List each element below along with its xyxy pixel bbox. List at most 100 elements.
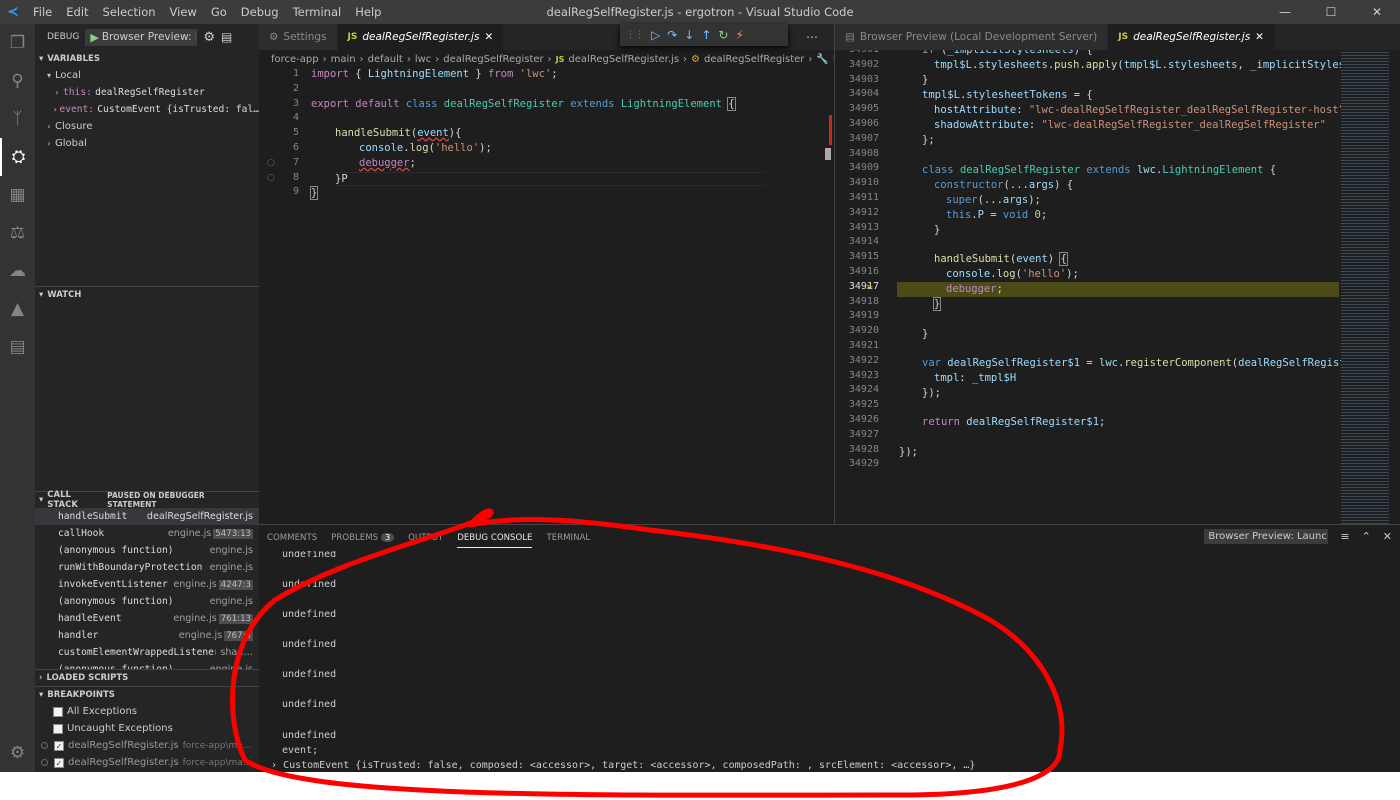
tab-dealRegSelfRegister-compiled[interactable]: JS dealRegSelfRegister.js ✕ xyxy=(1108,24,1275,50)
explorer-icon[interactable]: ❐ xyxy=(0,24,35,62)
debug-console-toggle-icon[interactable]: ▤ xyxy=(221,30,232,44)
call-stack-frame[interactable]: handler engine.js 767:5 xyxy=(35,627,259,644)
search-icon[interactable]: ⚲ xyxy=(0,62,35,100)
breadcrumb-item[interactable]: dealRegSelfRegister.js xyxy=(568,54,679,65)
scrollbar-thumb[interactable] xyxy=(825,148,831,160)
start-debug-icon[interactable]: ▶ xyxy=(90,31,98,44)
code-line: } xyxy=(922,74,929,86)
call-stack-frame[interactable]: (anonymous function) engine.js xyxy=(35,542,259,559)
minimize-button[interactable]: — xyxy=(1262,0,1308,24)
variables-title: VARIABLES xyxy=(47,53,100,64)
minimap[interactable] xyxy=(1341,50,1389,524)
drag-handle-icon[interactable]: ⋮⋮ xyxy=(626,30,644,40)
tab-settings[interactable]: ⚙ Settings xyxy=(259,24,338,50)
source-control-icon[interactable]: ᛉ xyxy=(0,100,35,138)
menu-debug[interactable]: Debug xyxy=(234,5,286,19)
disconnect-icon[interactable]: ⚡ xyxy=(735,28,743,42)
menu-go[interactable]: Go xyxy=(204,5,234,19)
breakpoints-header[interactable]: ▾ BREAKPOINTS xyxy=(35,686,259,703)
panel-tab-output[interactable]: OUTPUT xyxy=(408,533,443,543)
breadcrumb-item[interactable]: dealRegSelfRegister xyxy=(443,54,543,65)
breakpoint-file[interactable]: ✓ dealRegSelfRegister.js force-app\ma... xyxy=(35,737,259,754)
scope-local[interactable]: ▾ Local xyxy=(35,67,259,84)
variable-value: dealRegSelfRegister xyxy=(95,87,205,98)
breakpoint-label: All Exceptions xyxy=(67,706,137,717)
call-stack-frame[interactable]: customElementWrappedListener shad… xyxy=(35,644,259,661)
loaded-scripts-header[interactable]: › LOADED SCRIPTS xyxy=(35,669,259,686)
close-icon[interactable]: ✕ xyxy=(484,31,493,43)
menu-file[interactable]: File xyxy=(26,5,59,19)
frame-location: 5473:13 xyxy=(213,528,253,539)
watch-header[interactable]: ▾ WATCH xyxy=(35,286,259,303)
call-stack-header[interactable]: ▾ CALL STACK PAUSED ON DEBUGGER STATEMEN… xyxy=(35,490,259,510)
panel-tab-debug-console[interactable]: DEBUG CONSOLE xyxy=(457,533,533,548)
class-symbol-icon: ⚙ xyxy=(691,53,701,65)
breadcrumb-item[interactable]: dealRegSelfRegister xyxy=(704,54,804,65)
chevron-right-icon: › xyxy=(47,139,51,148)
debug-icon[interactable]: ⛭ xyxy=(0,138,35,176)
checkbox[interactable] xyxy=(53,723,63,734)
step-over-icon[interactable]: ↷ xyxy=(667,28,677,42)
close-window-button[interactable]: ✕ xyxy=(1354,0,1400,24)
restart-icon[interactable]: ↻ xyxy=(718,28,728,42)
more-actions-icon[interactable]: ⋯ xyxy=(806,30,818,44)
menu-terminal[interactable]: Terminal xyxy=(286,5,349,19)
variable-event[interactable]: › event: CustomEvent {isTrusted: fal… xyxy=(35,101,259,118)
checkbox[interactable]: ✓ xyxy=(54,740,64,751)
maximize-panel-icon[interactable]: ⌃ xyxy=(1362,530,1371,543)
debug-config-select[interactable]: ▶ Browser Preview: La ▾ xyxy=(85,28,198,46)
call-stack-frame[interactable]: invokeEventListener engine.js 4247:3 xyxy=(35,576,259,593)
checkbox[interactable] xyxy=(53,706,63,717)
debug-console-session-select[interactable]: Browser Preview: Launc ▾ xyxy=(1204,529,1329,544)
code-line: shadowAttribute: "lwc-dealRegSelfRegiste… xyxy=(934,119,1326,131)
step-into-icon[interactable]: ↓ xyxy=(684,28,694,42)
scope-global[interactable]: › Global xyxy=(35,135,259,152)
panel-tab-terminal[interactable]: TERMINAL xyxy=(546,533,590,543)
js-file-icon: JS xyxy=(347,32,358,42)
menu-edit[interactable]: Edit xyxy=(59,5,95,19)
variable-this[interactable]: › this: dealRegSelfRegister xyxy=(35,84,259,101)
tab-dealRegSelfRegister[interactable]: JS dealRegSelfRegister.js ✕ xyxy=(337,24,505,50)
code-line: console.log('hello'); xyxy=(946,268,1079,280)
close-panel-icon[interactable]: ✕ xyxy=(1383,530,1392,543)
breadcrumb-item[interactable]: default xyxy=(368,54,403,65)
menu-view[interactable]: View xyxy=(163,5,204,19)
test-flask-icon[interactable]: ⚖ xyxy=(0,214,35,252)
menu-selection[interactable]: Selection xyxy=(96,5,163,19)
scope-closure[interactable]: › Closure xyxy=(35,118,259,135)
step-out-icon[interactable]: ↑ xyxy=(701,28,711,42)
debug-settings-gear-icon[interactable]: ⚙ xyxy=(203,30,215,45)
breadcrumb-item[interactable]: lwc xyxy=(415,54,431,65)
panel-tab-comments[interactable]: COMMENTS xyxy=(267,533,317,543)
breadcrumb-item[interactable]: force-app xyxy=(271,54,319,65)
call-stack-frame[interactable]: (anonymous function) engine.js xyxy=(35,593,259,610)
frame-function: (anonymous function) xyxy=(58,545,174,556)
azure-icon[interactable]: ▲ xyxy=(0,290,35,328)
call-stack-frame[interactable]: handleEvent engine.js 761:13 xyxy=(35,610,259,627)
continue-icon[interactable]: ▷ xyxy=(651,28,660,42)
clear-console-icon[interactable]: ≡ xyxy=(1340,530,1349,543)
call-stack-frame[interactable]: runWithBoundaryProtection engine.js xyxy=(35,559,259,576)
code-area[interactable]: 34901 34902 34903 34904 34905 34906 34907 34908… xyxy=(835,50,1400,524)
extensions-icon[interactable]: ▦ xyxy=(0,176,35,214)
checkbox[interactable]: ✓ xyxy=(54,757,64,768)
console-result[interactable]: › CustomEvent {isTrusted: false, compose… xyxy=(271,760,975,771)
call-stack-frame[interactable]: callHook engine.js 5473:13 xyxy=(35,525,259,542)
menu-help[interactable]: Help xyxy=(348,5,388,19)
maximize-button[interactable]: ☐ xyxy=(1308,0,1354,24)
salesforce-cloud-icon[interactable]: ☁ xyxy=(0,252,35,290)
breakpoint-all-exceptions[interactable]: All Exceptions xyxy=(35,703,259,720)
panel-tab-problems[interactable]: PROBLEMS 3 xyxy=(331,533,395,543)
tab-browser-preview[interactable]: ▤ Browser Preview (Local Development Ser… xyxy=(835,24,1109,50)
browser-preview-icon[interactable]: ▤ xyxy=(0,328,35,366)
debug-console-output[interactable]: undefined undefined undefined undefined … xyxy=(259,551,1400,773)
breadcrumb-item[interactable]: main xyxy=(331,54,356,65)
line-number: 34908 xyxy=(848,147,879,159)
breakpoint-uncaught-exceptions[interactable]: Uncaught Exceptions xyxy=(35,720,259,737)
breakpoint-file[interactable]: ✓ dealRegSelfRegister.js force-app\ma... xyxy=(35,754,259,771)
close-icon[interactable]: ✕ xyxy=(1255,31,1264,43)
variables-header[interactable]: ▾ VARIABLES xyxy=(35,50,259,67)
breakpoint-hollow-icon: ○ xyxy=(267,158,275,168)
manage-gear-icon[interactable]: ⚙ xyxy=(0,734,35,772)
call-stack-frame[interactable]: handleSubmit dealRegSelfRegister.js xyxy=(35,508,259,525)
